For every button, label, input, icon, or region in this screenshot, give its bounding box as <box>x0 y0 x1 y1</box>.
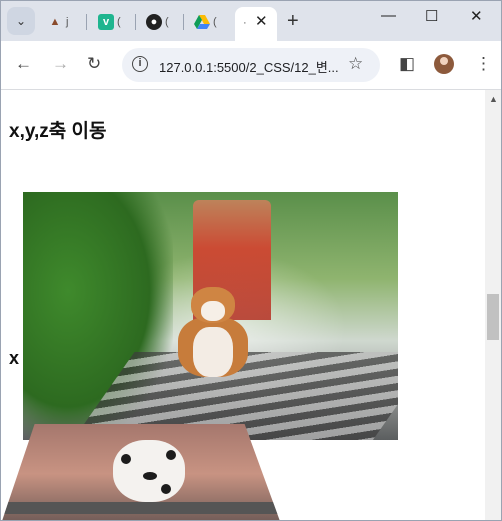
page-content: x,y,z축 이동 x <box>1 90 485 520</box>
profile-avatar[interactable] <box>434 54 454 74</box>
tab-3[interactable]: ● ( <box>146 9 169 35</box>
tab-title: ( <box>165 16 169 28</box>
google-drive-icon <box>194 14 210 30</box>
active-tab-title: · <box>243 17 247 29</box>
browser-window: ⌄ ▲ j v ( ● ( ( · ✕ + — ☐ ✕ ← → ↻ i 127.… <box>0 0 502 521</box>
tab-title: j <box>66 16 69 28</box>
tab-strip: ⌄ ▲ j v ( ● ( ( · ✕ + — ☐ ✕ <box>1 1 501 41</box>
new-tab-button[interactable]: + <box>287 10 299 33</box>
github-icon: ● <box>146 14 162 30</box>
active-tab[interactable]: · ✕ <box>235 7 277 41</box>
tab-title: ( <box>213 16 217 28</box>
tab-4[interactable]: ( <box>194 9 217 35</box>
tab-search-button[interactable]: ⌄ <box>7 7 35 35</box>
tab-separator <box>135 14 136 30</box>
side-panel-icon[interactable]: ◧ <box>399 54 415 74</box>
v-logo-icon: v <box>98 14 114 30</box>
chevron-down-icon: ⌄ <box>15 14 27 28</box>
tab-separator <box>183 14 184 30</box>
reload-icon[interactable]: ↻ <box>87 54 101 74</box>
page-heading: x,y,z축 이동 <box>9 121 107 142</box>
vertical-scrollbar[interactable]: ▲ <box>485 90 501 520</box>
bookmark-star-icon[interactable]: ☆ <box>348 54 363 74</box>
minimize-icon[interactable]: — <box>381 7 396 24</box>
tab-1[interactable]: ▲ j <box>47 9 69 35</box>
maximize-icon[interactable]: ☐ <box>425 7 438 25</box>
dalmatian-image <box>1 424 281 520</box>
scroll-up-arrow-icon[interactable]: ▲ <box>489 94 498 104</box>
back-arrow-icon[interactable]: ← <box>15 54 32 74</box>
site-info-icon[interactable]: i <box>132 56 148 72</box>
tab-title: ( <box>117 16 121 28</box>
close-icon[interactable]: ✕ <box>255 12 268 30</box>
close-window-icon[interactable]: ✕ <box>470 7 483 25</box>
label-x: x <box>9 348 20 368</box>
corgi-on-tracks-image <box>23 192 398 440</box>
menu-kebab-icon[interactable]: ⋮ <box>475 54 492 74</box>
url-text[interactable]: 127.0.0.1:5500/2_CSS/12_변... <box>159 57 339 76</box>
tab-2[interactable]: v ( <box>98 9 121 35</box>
volcano-icon: ▲ <box>49 16 61 28</box>
scrollbar-thumb[interactable] <box>487 294 499 340</box>
forward-arrow-icon[interactable]: → <box>52 54 69 74</box>
tab-separator <box>86 14 87 30</box>
toolbar: ← → ↻ i 127.0.0.1:5500/2_CSS/12_변... ☆ ◧… <box>1 41 501 90</box>
address-bar[interactable]: i 127.0.0.1:5500/2_CSS/12_변... ☆ <box>122 48 380 82</box>
